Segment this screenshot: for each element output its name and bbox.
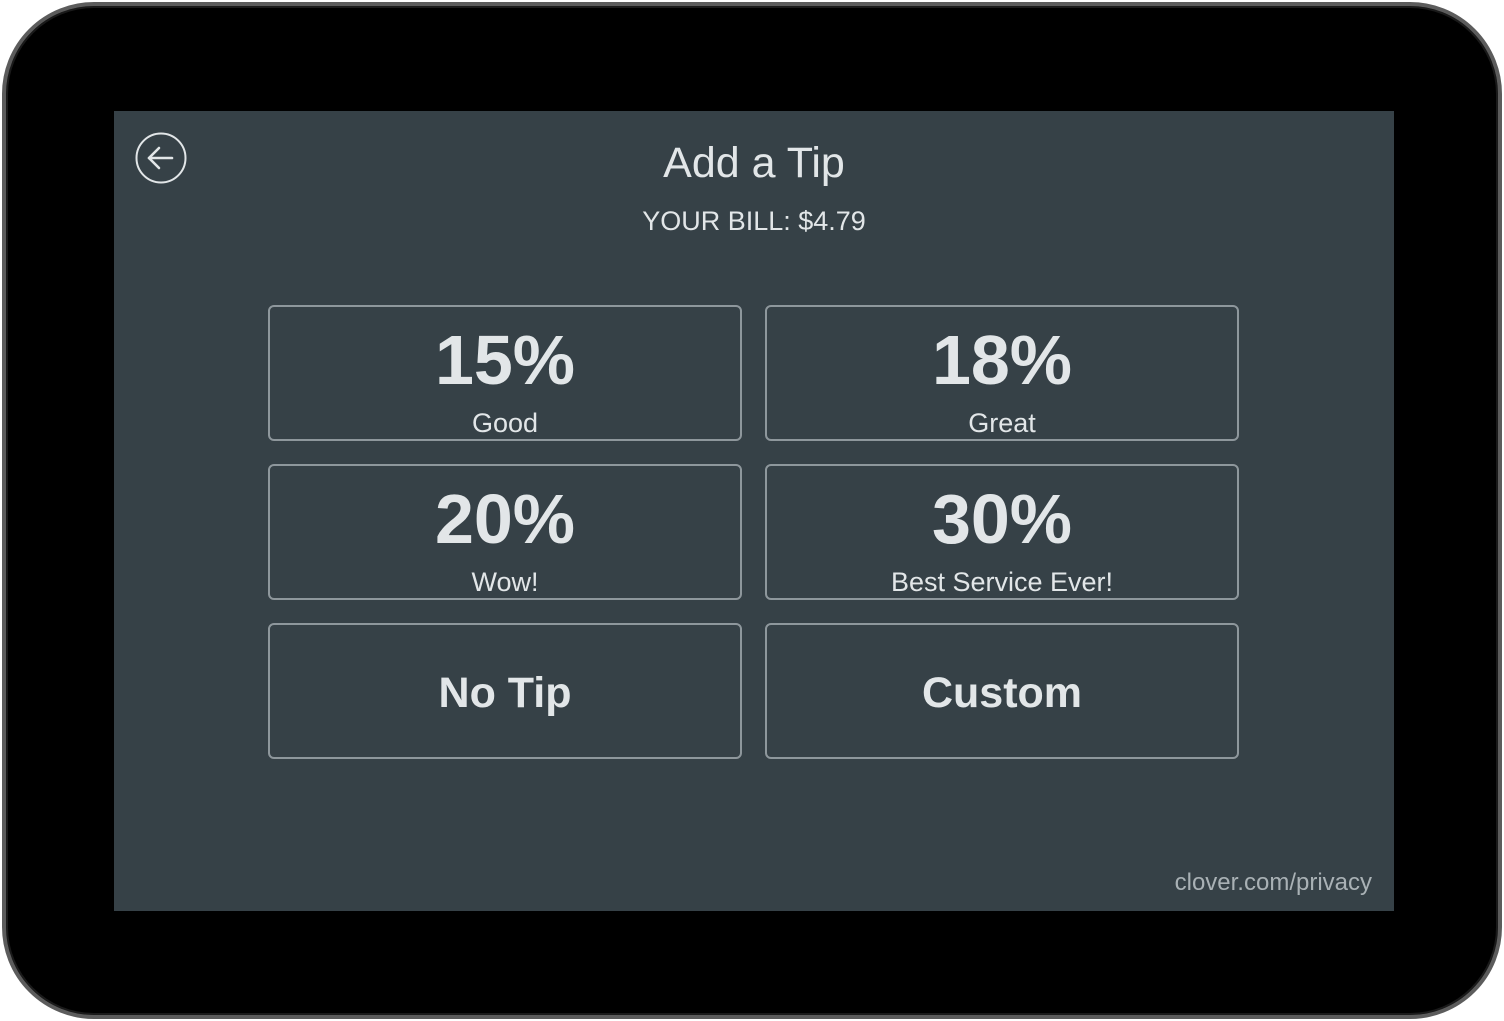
tip-15-button[interactable]: 15% Good [268, 305, 742, 441]
tip-label: Wow! [471, 567, 539, 597]
tip-percent: 15% [434, 321, 576, 399]
tip-20-button[interactable]: 20% Wow! [268, 464, 742, 600]
tip-options-grid: 15% Good 18% Great 20% Wow! 30% Best Ser… [268, 305, 1239, 759]
custom-tip-label: Custom [921, 669, 1083, 717]
tip-30-button[interactable]: 30% Best Service Ever! [765, 464, 1239, 600]
tip-label: Best Service Ever! [890, 567, 1114, 597]
tip-label: Great [968, 408, 1036, 438]
tip-percent: 20% [434, 480, 576, 558]
tip-percent: 30% [931, 480, 1073, 558]
tip-screen: Add a Tip YOUR BILL: $4.79 15% Good 18% … [114, 111, 1394, 911]
tip-percent: 18% [931, 321, 1073, 399]
bill-amount: YOUR BILL: $4.79 [642, 206, 866, 236]
privacy-link[interactable]: clover.com/privacy [1175, 868, 1372, 898]
custom-tip-button[interactable]: Custom [765, 623, 1239, 759]
tip-label: Good [471, 408, 539, 438]
no-tip-button[interactable]: No Tip [268, 623, 742, 759]
tip-18-button[interactable]: 18% Great [765, 305, 1239, 441]
no-tip-label: No Tip [438, 669, 572, 717]
page-title: Add a Tip [663, 139, 845, 187]
